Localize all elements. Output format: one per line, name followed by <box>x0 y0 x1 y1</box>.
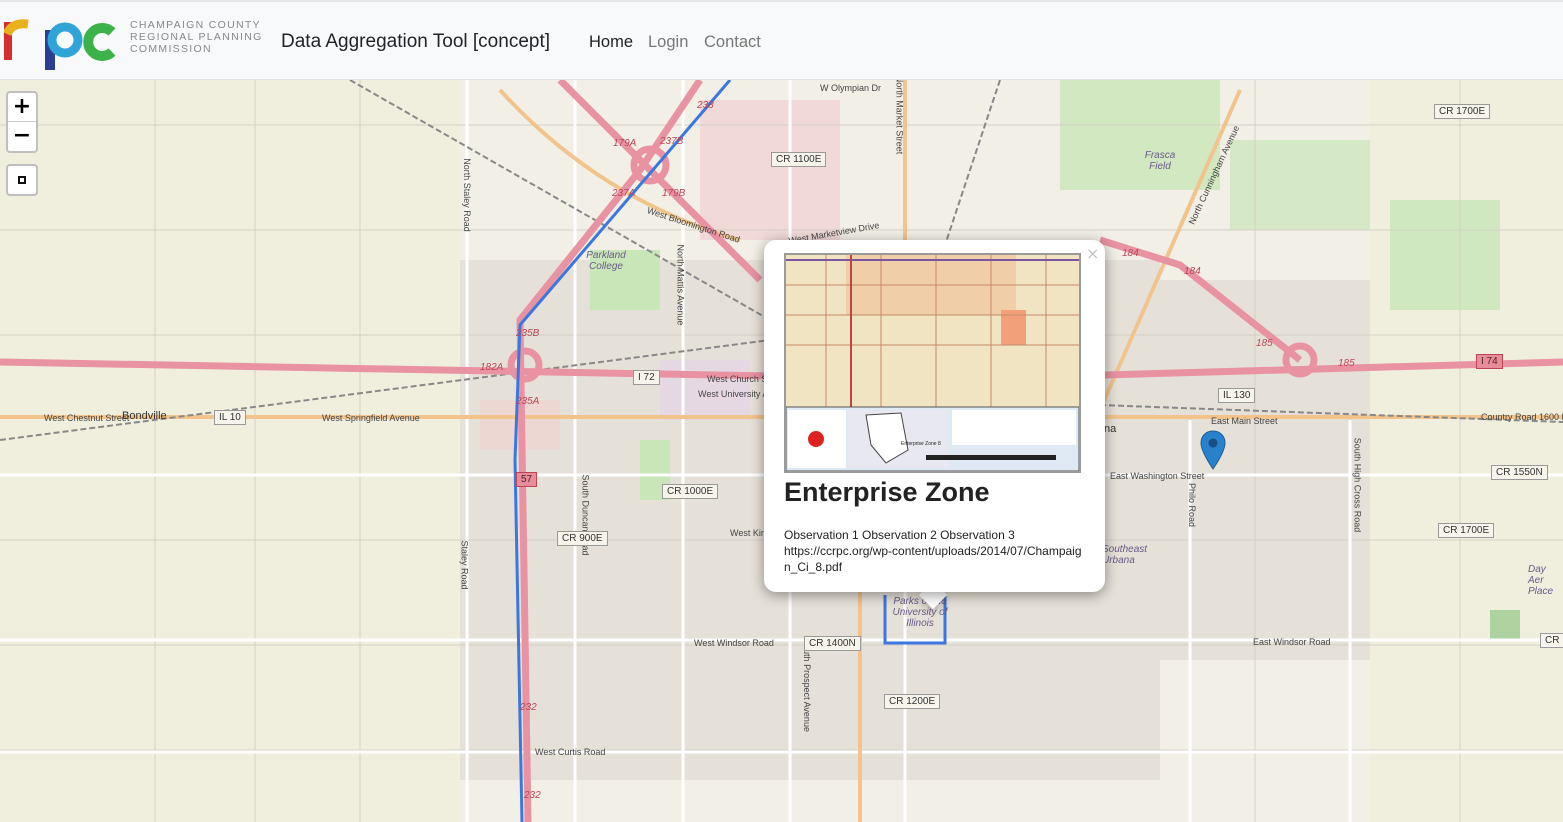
road-label: Philo Road <box>1187 482 1198 528</box>
thumb-caption: Enterprise Zone 8 <box>901 441 941 447</box>
navbar: CHAMPAIGN COUNTY REGIONAL PLANNING COMMI… <box>0 0 1563 80</box>
road-label: South High Cross Road <box>1352 437 1363 533</box>
road-label: West Windsor Road <box>694 638 774 648</box>
exit-label: 184 <box>1122 248 1139 259</box>
exit-label: 179B <box>662 188 686 199</box>
road-label: North Mattis Avenue <box>675 244 686 326</box>
place-label: Southeast Urbana <box>1102 544 1148 566</box>
road-label: W Olympian Dr <box>820 83 882 93</box>
popup-close-button[interactable]: × <box>1086 244 1099 263</box>
exit-label: 232 <box>520 702 537 713</box>
road-label: West Springfield Avenue <box>322 413 420 423</box>
place-label: Bondville <box>122 410 167 422</box>
route-shield: CR 1200E <box>884 694 941 709</box>
map-marker-icon[interactable] <box>1200 430 1226 470</box>
nav-home[interactable]: Home <box>589 33 633 52</box>
place-label: Parkland College <box>586 250 626 272</box>
route-shield: CR 1000E <box>662 484 719 499</box>
popup-url[interactable]: https://ccrpc.org/wp-content/uploads/201… <box>784 543 1084 575</box>
zoom-out-button[interactable]: − <box>8 122 36 151</box>
popup-observations: Observation 1 Observation 2 Observation … <box>784 528 1015 542</box>
exit-label: 182A <box>480 362 504 373</box>
route-shield: I 72 <box>633 370 660 385</box>
route-shield: CR 1700E <box>1438 523 1495 538</box>
exit-label: 238 <box>697 100 714 111</box>
exit-label: 235B <box>516 328 540 339</box>
logo-line-3: COMMISSION <box>130 43 212 55</box>
exit-label: 179A <box>613 138 637 149</box>
zoom-in-button[interactable]: + <box>8 93 36 122</box>
place-label: Frasca Field <box>1144 150 1176 172</box>
road-label: Staley Road <box>459 540 470 590</box>
road-label: Country Road 1600 N <box>1481 412 1563 422</box>
road-label: East Windsor Road <box>1253 637 1331 647</box>
popup-body: Observation 1 Observation 2 Observation … <box>784 527 1084 575</box>
place-label: Parks of the University of Illinois <box>892 596 948 629</box>
brand-title[interactable]: Data Aggregation Tool [concept] <box>281 31 550 53</box>
zoom-control: + − <box>6 91 38 153</box>
road-label: North Market Street <box>894 80 905 155</box>
route-shield: IL 130 <box>1218 388 1256 403</box>
road-label: West Curtis Road <box>535 747 606 757</box>
exit-label: 184 <box>1184 266 1201 277</box>
exit-label: 185 <box>1256 338 1273 349</box>
place-label: na <box>1104 423 1117 435</box>
route-shield: CR 1550N <box>1491 465 1548 480</box>
nav-login[interactable]: Login <box>648 33 688 52</box>
nav-contact[interactable]: Contact <box>704 33 761 52</box>
route-shield: CR 1100E <box>771 152 827 167</box>
exit-label: 232 <box>524 790 541 801</box>
square-icon <box>18 176 26 184</box>
route-shield: IL 10 <box>214 410 246 425</box>
place-label: Day Aer Place <box>1528 564 1554 597</box>
route-shield: CR 1400N <box>804 636 861 651</box>
route-shield: 57 <box>516 472 538 487</box>
exit-label: 237B <box>660 136 684 147</box>
road-label: East Washington Street <box>1110 471 1205 481</box>
logo-line-1: CHAMPAIGN COUNTY <box>130 19 261 31</box>
popup-title: Enterprise Zone <box>784 477 990 507</box>
logo-line-2: REGIONAL PLANNING <box>130 31 263 43</box>
zone-map-thumbnail: Enterprise Zone 8 <box>786 255 1079 471</box>
road-label: East Main Street <box>1211 416 1278 426</box>
road-label: West Chestnut Street <box>44 413 130 423</box>
exit-label: 235A <box>516 396 540 407</box>
road-label: South Prospect Avenue <box>801 638 812 732</box>
route-shield: CR 1 <box>1540 633 1563 648</box>
route-shield: I 74 <box>1476 354 1503 369</box>
logo-text: CHAMPAIGN COUNTY REGIONAL PLANNING COMMI… <box>130 19 263 55</box>
draw-rectangle-button[interactable] <box>6 164 38 196</box>
road-label: North Staley Road <box>461 158 472 232</box>
exit-label: 237A <box>612 188 636 199</box>
route-shield: CR 1700E <box>1434 104 1491 119</box>
route-shield: CR 900E <box>557 531 608 546</box>
exit-label: 185 <box>1338 358 1355 369</box>
enterprise-zone-map-image[interactable]: Enterprise Zone 8 <box>784 253 1081 473</box>
